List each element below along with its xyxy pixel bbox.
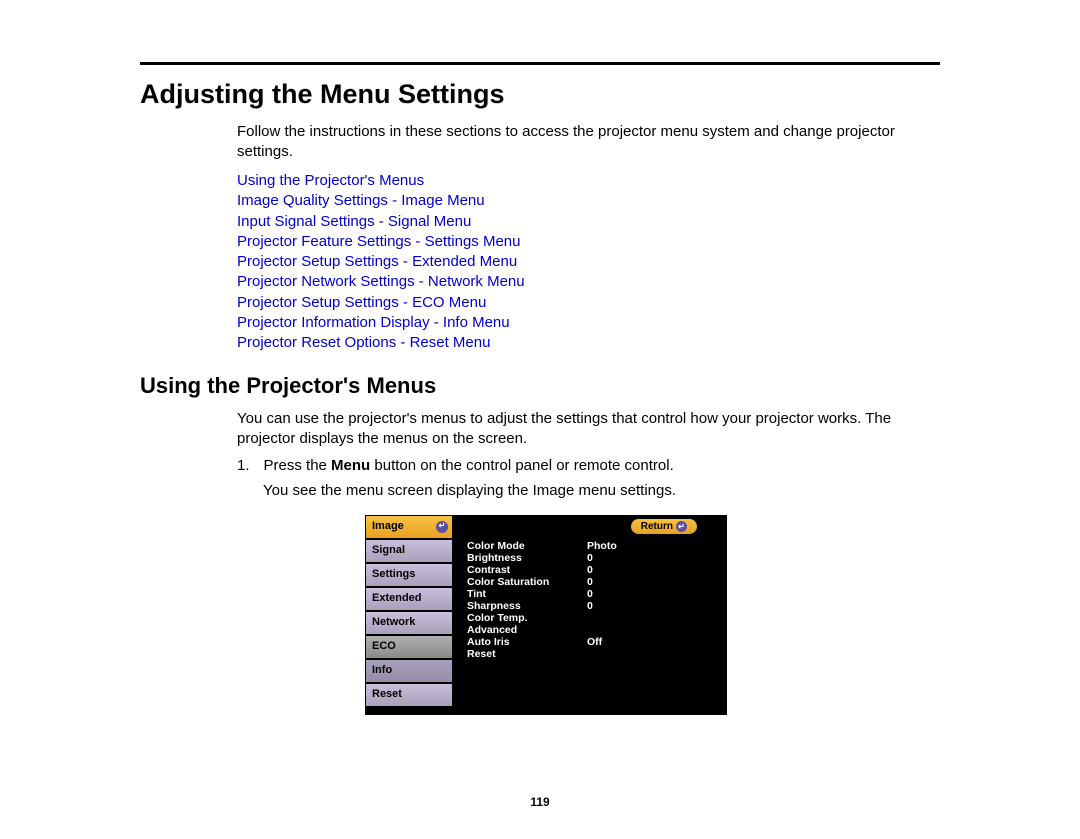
setting-row: Tint0 [467, 588, 719, 600]
menu-tab-label: Extended [372, 591, 422, 606]
menu-sidebar: Image ↵ Signal Settings Extended Network… [365, 515, 453, 715]
setting-label: Reset [467, 648, 587, 660]
link-eco-menu[interactable]: Projector Setup Settings - ECO Menu [237, 293, 940, 313]
link-network-menu[interactable]: Projector Network Settings - Network Men… [237, 272, 940, 292]
horizontal-rule [140, 62, 940, 65]
menu-tab-label: ECO [372, 639, 396, 654]
menu-tab-eco: ECO [365, 635, 453, 659]
toc-links: Using the Projector's Menus Image Qualit… [237, 171, 940, 353]
setting-label: Color Temp. [467, 612, 587, 624]
intro-paragraph: Follow the instructions in these section… [237, 122, 940, 161]
projector-menu-screenshot: Image ↵ Signal Settings Extended Network… [365, 515, 727, 715]
setting-row: Reset [467, 648, 719, 660]
enter-icon: ↵ [436, 521, 448, 533]
menu-tab-extended: Extended [365, 587, 453, 611]
menu-tab-settings: Settings [365, 563, 453, 587]
step-list: 1. Press the Menu button on the control … [237, 456, 940, 715]
setting-value [587, 612, 647, 624]
setting-label: Tint [467, 588, 587, 600]
setting-label: Contrast [467, 564, 587, 576]
setting-label: Color Saturation [467, 576, 587, 588]
step-row: 1. Press the Menu button on the control … [237, 456, 940, 476]
setting-value: Off [587, 636, 647, 648]
menu-tab-label: Image [372, 519, 404, 534]
setting-row: Color Temp. [467, 612, 719, 624]
setting-value: 0 [587, 552, 647, 564]
link-extended-menu[interactable]: Projector Setup Settings - Extended Menu [237, 252, 940, 272]
step-text-bold: Menu [331, 457, 370, 474]
setting-label: Auto Iris [467, 636, 587, 648]
setting-value: 0 [587, 600, 647, 612]
setting-row: Color Saturation0 [467, 576, 719, 588]
section-intro: You can use the projector's menus to adj… [237, 409, 940, 448]
link-settings-menu[interactable]: Projector Feature Settings - Settings Me… [237, 232, 940, 252]
link-signal-menu[interactable]: Input Signal Settings - Signal Menu [237, 212, 940, 232]
link-info-menu[interactable]: Projector Information Display - Info Men… [237, 313, 940, 333]
link-image-menu[interactable]: Image Quality Settings - Image Menu [237, 191, 940, 211]
return-button: Return↵ [631, 519, 697, 535]
menu-tab-label: Signal [372, 543, 405, 558]
step-number: 1. [237, 456, 250, 476]
enter-icon: ↵ [676, 521, 687, 532]
setting-label: Sharpness [467, 600, 587, 612]
settings-list: Color ModePhoto Brightness0 Contrast0 Co… [467, 540, 719, 661]
link-reset-menu[interactable]: Projector Reset Options - Reset Menu [237, 333, 940, 353]
setting-value: 0 [587, 576, 647, 588]
menu-tab-network: Network [365, 611, 453, 635]
menu-tab-label: Settings [372, 567, 415, 582]
step-note: You see the menu screen displaying the I… [263, 481, 940, 501]
setting-label: Brightness [467, 552, 587, 564]
step-text: Press the Menu button on the control pan… [264, 456, 940, 476]
menu-tab-label: Reset [372, 687, 402, 702]
link-using-menus[interactable]: Using the Projector's Menus [237, 171, 940, 191]
page-title: Adjusting the Menu Settings [140, 79, 940, 110]
setting-row: Advanced [467, 624, 719, 636]
setting-row: Color ModePhoto [467, 540, 719, 552]
setting-value [587, 648, 647, 660]
menu-tab-label: Network [372, 615, 415, 630]
setting-row: Auto IrisOff [467, 636, 719, 648]
setting-label: Advanced [467, 624, 587, 636]
menu-content: Return↵ Color ModePhoto Brightness0 Cont… [453, 515, 727, 715]
step-text-post: button on the control panel or remote co… [370, 457, 674, 474]
setting-row: Brightness0 [467, 552, 719, 564]
menu-tab-label: Info [372, 663, 392, 678]
section-title: Using the Projector's Menus [140, 373, 940, 399]
return-label: Return [641, 521, 673, 532]
setting-value: Photo [587, 540, 647, 552]
setting-label: Color Mode [467, 540, 587, 552]
step-text-pre: Press the [264, 457, 332, 474]
setting-value [587, 624, 647, 636]
page-number: 119 [140, 795, 940, 809]
setting-row: Contrast0 [467, 564, 719, 576]
setting-value: 0 [587, 588, 647, 600]
setting-row: Sharpness0 [467, 600, 719, 612]
menu-tab-image: Image ↵ [365, 515, 453, 539]
menu-tab-info: Info [365, 659, 453, 683]
menu-tab-signal: Signal [365, 539, 453, 563]
menu-tab-reset: Reset [365, 683, 453, 707]
setting-value: 0 [587, 564, 647, 576]
